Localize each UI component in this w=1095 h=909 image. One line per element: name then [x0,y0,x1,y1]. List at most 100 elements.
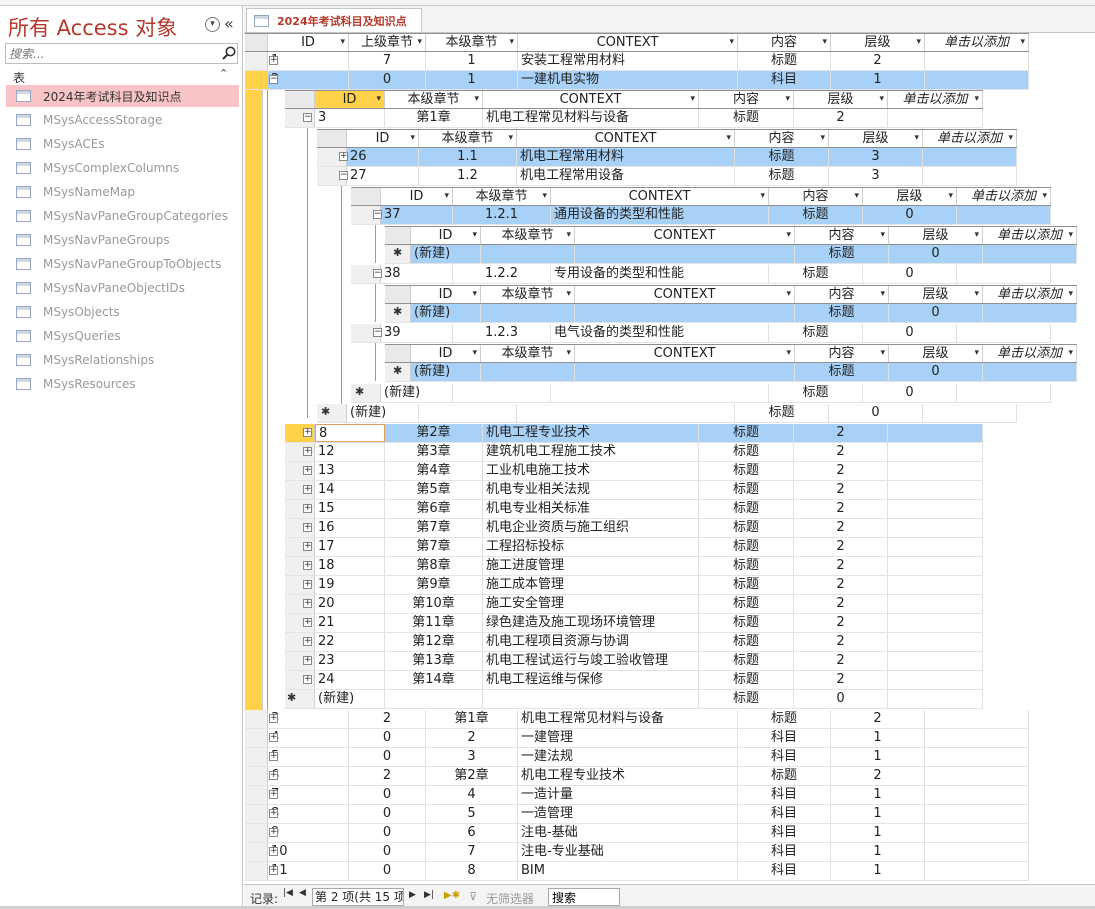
sort-filter-arrow-icon[interactable]: ▾ [916,34,921,51]
cell-content[interactable]: 标题 [738,52,831,70]
cell-add[interactable] [888,443,983,461]
cell-chapter[interactable]: 第2章 [385,424,483,442]
sort-filter-arrow-icon[interactable]: ▾ [1042,188,1047,205]
cell-content[interactable]: 标题 [699,424,794,442]
cell-level[interactable]: 2 [794,576,888,594]
cell-id[interactable]: 8 [315,424,385,442]
cell-id[interactable]: 39 [381,324,453,342]
cell-content[interactable]: 标题 [699,538,794,556]
sort-filter-arrow-icon[interactable]: ▾ [542,188,547,205]
sort-filter-arrow-icon[interactable]: ▾ [1068,345,1073,362]
cell-content[interactable]: 标题 [738,767,831,785]
cell-id[interactable]: 19 [315,576,385,594]
cell-context[interactable]: 机电专业相关标准 [483,500,699,518]
cell-context[interactable]: 注电-专业基础 [518,843,738,861]
cell-id[interactable]: 1 [268,52,349,70]
cell-context[interactable]: 机电工程常用设备 [517,167,735,185]
cell-add[interactable] [925,862,1029,880]
cell-parent[interactable]: 0 [349,862,426,880]
cell-id[interactable]: 3 [268,710,349,728]
cell-parent[interactable]: 0 [349,843,426,861]
collapse-row-icon[interactable]: − [269,75,278,84]
cell-level[interactable]: 2 [831,710,925,728]
sort-filter-arrow-icon[interactable]: ▾ [974,91,979,108]
cell-add[interactable] [925,843,1029,861]
sort-filter-arrow-icon[interactable]: ▾ [417,34,422,51]
cell-context[interactable]: 工程招标投标 [483,538,699,556]
cell-context[interactable]: 机电工程专业技术 [518,767,738,785]
cell-content[interactable]: 标题 [769,384,863,402]
column-header-id[interactable]: ID ▾ [411,345,481,362]
cell-id[interactable]: 14 [315,481,385,499]
cell-id[interactable]: (新建) [411,363,481,381]
cell-id[interactable]: 9 [268,824,349,842]
cell-parent[interactable]: 0 [349,805,426,823]
sort-filter-arrow-icon[interactable]: ▾ [726,130,731,147]
cell-id[interactable]: 16 [315,519,385,537]
cell-chapter[interactable]: 1.2.3 [453,324,551,342]
cell-id[interactable]: 4 [268,729,349,747]
column-header-add[interactable]: 单击以添加 ▾ [957,188,1051,205]
cell-level[interactable]: 2 [794,614,888,632]
sort-filter-arrow-icon[interactable]: ▾ [566,286,571,303]
nav-item-table[interactable]: MSysRelationships [6,349,239,371]
cell-add[interactable] [888,576,983,594]
status-search-input[interactable] [548,888,620,906]
cell-level[interactable]: 1 [831,805,925,823]
expand-row-icon[interactable]: + [269,828,278,837]
cell-add[interactable] [923,404,1017,422]
nav-item-table[interactable]: MSysNameMap [6,181,239,203]
table-row[interactable]: 15 第6章 机电专业相关标准 标题 2 [285,500,983,519]
cell-id[interactable]: 13 [315,462,385,480]
nav-item-table[interactable]: MSysNavPaneGroups [6,229,239,251]
column-header-add[interactable]: 单击以添加 ▾ [888,91,983,108]
cell-level[interactable]: 1 [831,843,925,861]
cell-id[interactable]: 8 [268,805,349,823]
nav-item-table[interactable]: MSysResources [6,373,239,395]
table-row[interactable]: 18 第8章 施工进度管理 标题 2 [285,557,983,576]
cell-chapter[interactable]: 1.2.1 [453,206,551,224]
cell-parent[interactable]: 0 [349,729,426,747]
record-selector[interactable] [245,862,268,880]
column-header-level[interactable]: 层级 ▾ [829,130,923,147]
cell-level[interactable]: 3 [829,167,923,185]
table-row[interactable]: 26 1.1 机电工程常用材料 标题 3 [317,148,1017,167]
select-all-corner[interactable] [351,188,381,205]
sort-filter-arrow-icon[interactable]: ▾ [948,188,953,205]
column-header-chapter[interactable]: 本级章节 ▾ [385,91,483,108]
cell-chapter[interactable]: 1 [426,71,518,89]
expand-row-icon[interactable]: + [303,504,312,513]
sort-filter-arrow-icon[interactable]: ▾ [974,286,979,303]
sort-filter-arrow-icon[interactable]: ▾ [376,91,381,108]
cell-level[interactable]: 3 [829,148,923,166]
column-header-id[interactable]: ID ▾ [411,286,481,303]
cell-chapter[interactable]: 5 [426,805,518,823]
cell-chapter[interactable] [385,690,483,708]
cell-context[interactable]: 机电工程常见材料与设备 [483,109,699,127]
cell-content[interactable]: 标题 [735,167,829,185]
cell-content[interactable]: 标题 [699,557,794,575]
document-tab[interactable]: 2024年考试科目及知识点 [246,8,422,32]
cell-id[interactable]: 2 [268,71,349,89]
table-row[interactable]: 16 第7章 机电企业资质与施工组织 标题 2 [285,519,983,538]
cell-content[interactable]: 科目 [738,748,831,766]
expand-row-icon[interactable]: + [303,428,312,437]
table-row[interactable]: 24 第14章 机电工程运维与保修 标题 2 [285,671,983,690]
cell-chapter[interactable]: 第14章 [385,671,483,689]
cell-chapter[interactable]: 第7章 [385,538,483,556]
column-header-context[interactable]: CONTEXT ▾ [518,34,738,51]
cell-context[interactable]: 专用设备的类型和性能 [551,265,769,283]
column-header-id[interactable]: ID ▾ [347,130,419,147]
cell-chapter[interactable]: 4 [426,786,518,804]
cell-content[interactable]: 科目 [738,729,831,747]
expand-row-icon[interactable]: + [269,809,278,818]
new-record-row[interactable]: (新建) 标题 0 [351,384,1051,403]
cell-level[interactable]: 1 [831,786,925,804]
cell-context[interactable]: 机电工程常用材料 [517,148,735,166]
cell-context[interactable]: 安装工程常用材料 [518,52,738,70]
select-all-corner[interactable] [317,130,347,147]
cell-content[interactable]: 标题 [699,633,794,651]
cell-level[interactable]: 2 [794,557,888,575]
sort-filter-arrow-icon[interactable]: ▾ [566,227,571,244]
cell-content[interactable]: 标题 [769,206,863,224]
